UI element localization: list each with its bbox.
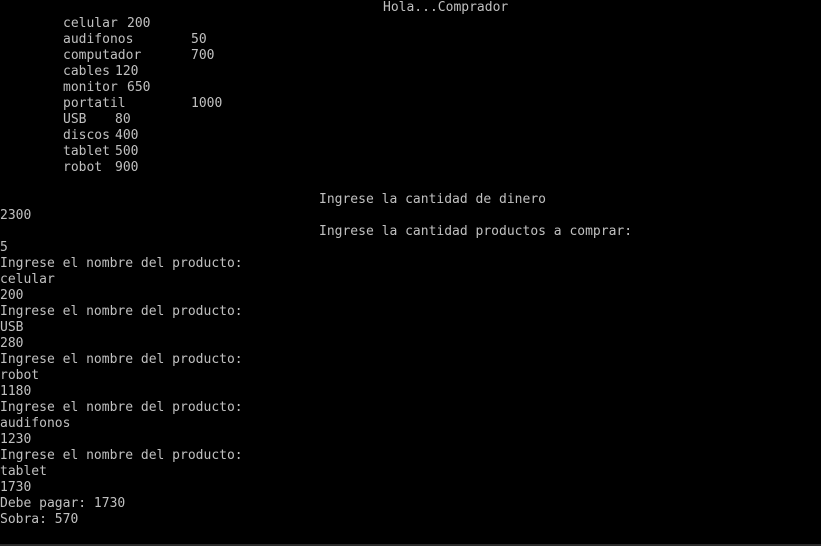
console-window[interactable]: Hola...Comprador celular 200 audifonos 5… <box>0 0 821 546</box>
menu-item-price: 700 <box>191 48 215 63</box>
menu-item-price: 400 <box>115 128 139 143</box>
menu-item-name: tablet <box>63 144 110 159</box>
menu-item-name: cables <box>63 64 110 79</box>
input-product-name: celular <box>0 272 55 287</box>
running-total: 1230 <box>0 432 32 447</box>
summary-change: Sobra: 570 <box>0 512 79 527</box>
menu-item-price: 80 <box>115 112 131 127</box>
menu-item-name: monitor <box>63 80 118 95</box>
program-title: Hola...Comprador <box>383 0 509 15</box>
menu-item-name: robot <box>63 160 103 175</box>
running-total: 200 <box>0 288 24 303</box>
prompt-product-name: Ingrese el nombre del producto: <box>0 352 243 367</box>
prompt-product-name: Ingrese el nombre del producto: <box>0 304 243 319</box>
prompt-product-name: Ingrese el nombre del producto: <box>0 400 243 415</box>
menu-item-name: audifonos <box>63 32 134 47</box>
menu-item-price: 120 <box>115 64 139 79</box>
menu-item-price: 650 <box>127 80 151 95</box>
prompt-product-name: Ingrese el nombre del producto: <box>0 256 243 271</box>
prompt-money: Ingrese la cantidad de dinero <box>319 192 546 207</box>
menu-item-price: 200 <box>127 16 151 31</box>
input-product-name: USB <box>0 320 24 335</box>
menu-item-price: 900 <box>115 160 139 175</box>
menu-item-price: 500 <box>115 144 139 159</box>
menu-item-price: 1000 <box>191 96 223 111</box>
running-total: 1730 <box>0 480 32 495</box>
menu-item-name: portatil <box>63 96 126 111</box>
running-total: 1180 <box>0 384 32 399</box>
prompt-product-count: Ingrese la cantidad productos a comprar: <box>319 224 633 239</box>
input-product-count: 5 <box>0 240 8 255</box>
running-total: 280 <box>0 336 24 351</box>
input-product-name: robot <box>0 368 40 383</box>
input-product-name: tablet <box>0 464 47 479</box>
menu-item-name: discos <box>63 128 110 143</box>
menu-item-name: celular <box>63 16 118 31</box>
input-money: 2300 <box>0 208 32 223</box>
menu-item-name: USB <box>63 112 87 127</box>
input-product-name: audifonos <box>0 416 71 431</box>
menu-item-price: 50 <box>191 32 207 47</box>
menu-item-name: computador <box>63 48 142 63</box>
prompt-product-name: Ingrese el nombre del producto: <box>0 448 243 463</box>
summary-amount-due: Debe pagar: 1730 <box>0 496 126 511</box>
